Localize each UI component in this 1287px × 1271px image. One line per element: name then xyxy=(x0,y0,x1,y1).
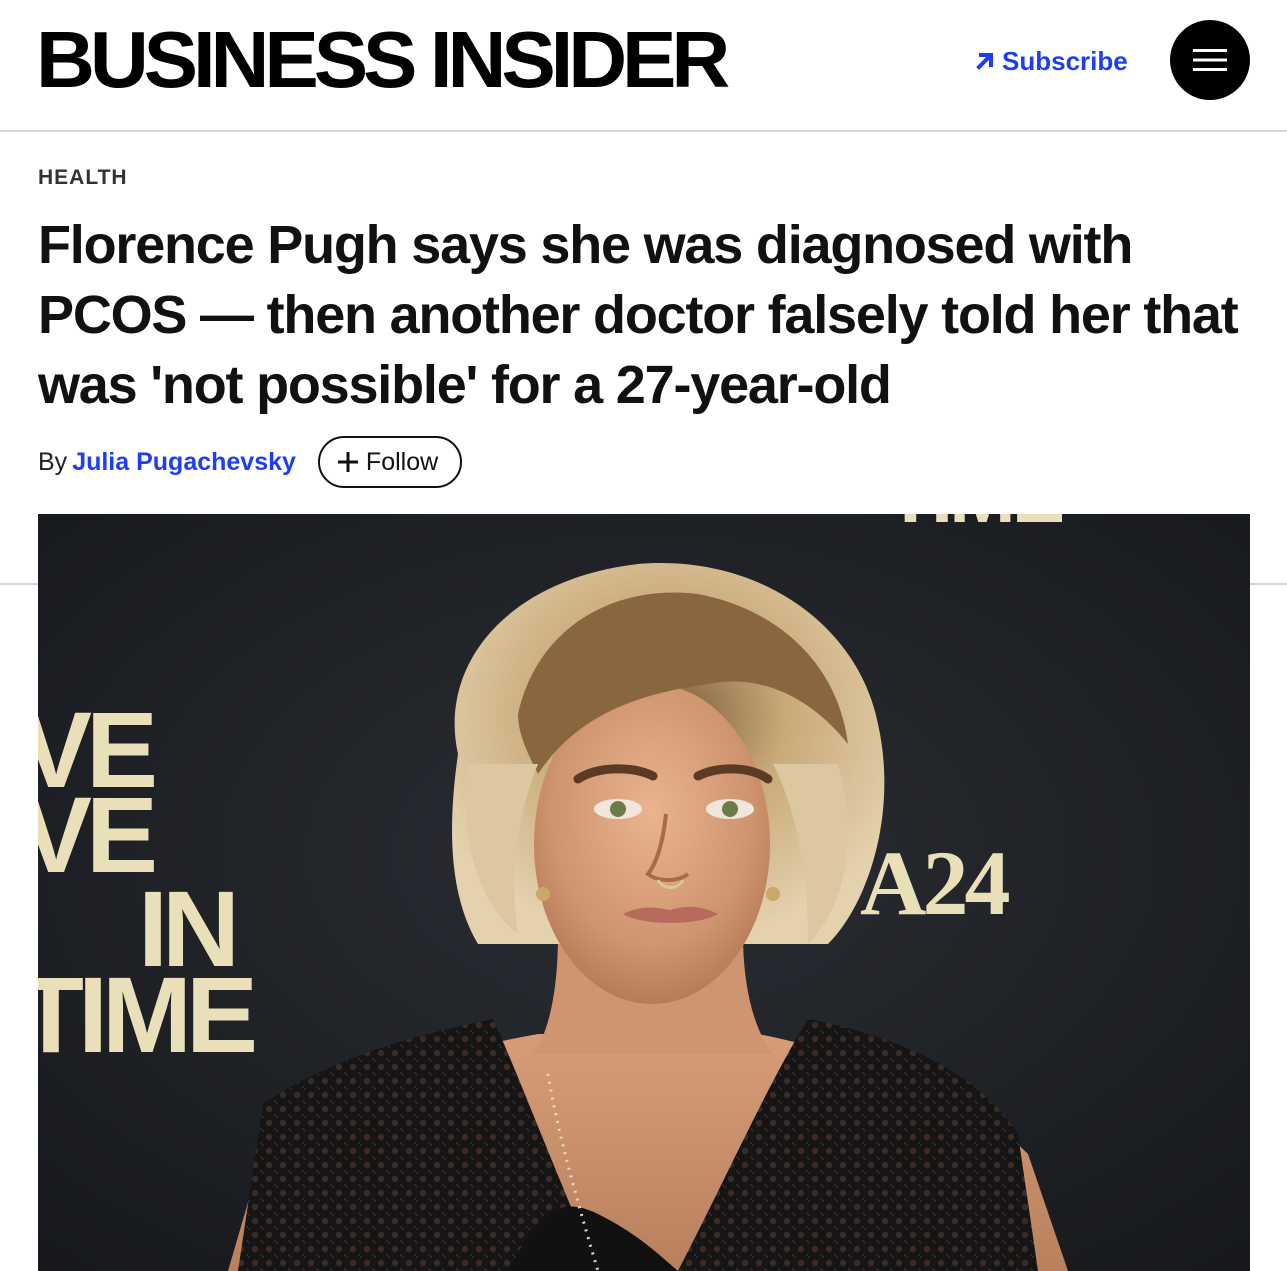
business-insider-logo[interactable]: BUSINESS INSIDER xyxy=(36,18,730,102)
hamburger-menu-icon xyxy=(1193,49,1227,71)
follow-label: Follow xyxy=(365,447,439,476)
left-earring xyxy=(536,887,550,901)
backdrop-brand: A24 xyxy=(860,832,1009,934)
hero-image[interactable]: TIME VE VE IN TIME A24 xyxy=(38,514,1250,1271)
hero-photo: TIME VE VE IN TIME A24 xyxy=(38,514,1250,1271)
menu-button[interactable] xyxy=(1170,20,1250,100)
site-header: BUSINESS INSIDER Subscribe xyxy=(0,0,1287,132)
subscribe-link[interactable]: Subscribe xyxy=(974,44,1128,78)
right-iris xyxy=(722,801,738,817)
backdrop-top-fragment: TIME xyxy=(886,514,1063,539)
backdrop-line-4: TIME xyxy=(38,954,254,1075)
follow-button[interactable]: Follow xyxy=(317,436,463,488)
author-link[interactable]: Julia Pugachevsky xyxy=(72,448,296,477)
article-category[interactable]: HEALTH xyxy=(38,166,128,190)
right-earring xyxy=(766,887,780,901)
byline: By Julia Pugachevsky Follow xyxy=(38,436,463,488)
plus-icon xyxy=(337,452,358,472)
subscribe-label: Subscribe xyxy=(1002,45,1128,76)
arrow-up-right-icon xyxy=(976,53,993,70)
backdrop-line-2: VE xyxy=(38,774,154,895)
article-headline: Florence Pugh says she was diagnosed wit… xyxy=(38,215,1239,415)
byline-by-label: By xyxy=(38,447,68,476)
left-iris xyxy=(610,801,626,817)
